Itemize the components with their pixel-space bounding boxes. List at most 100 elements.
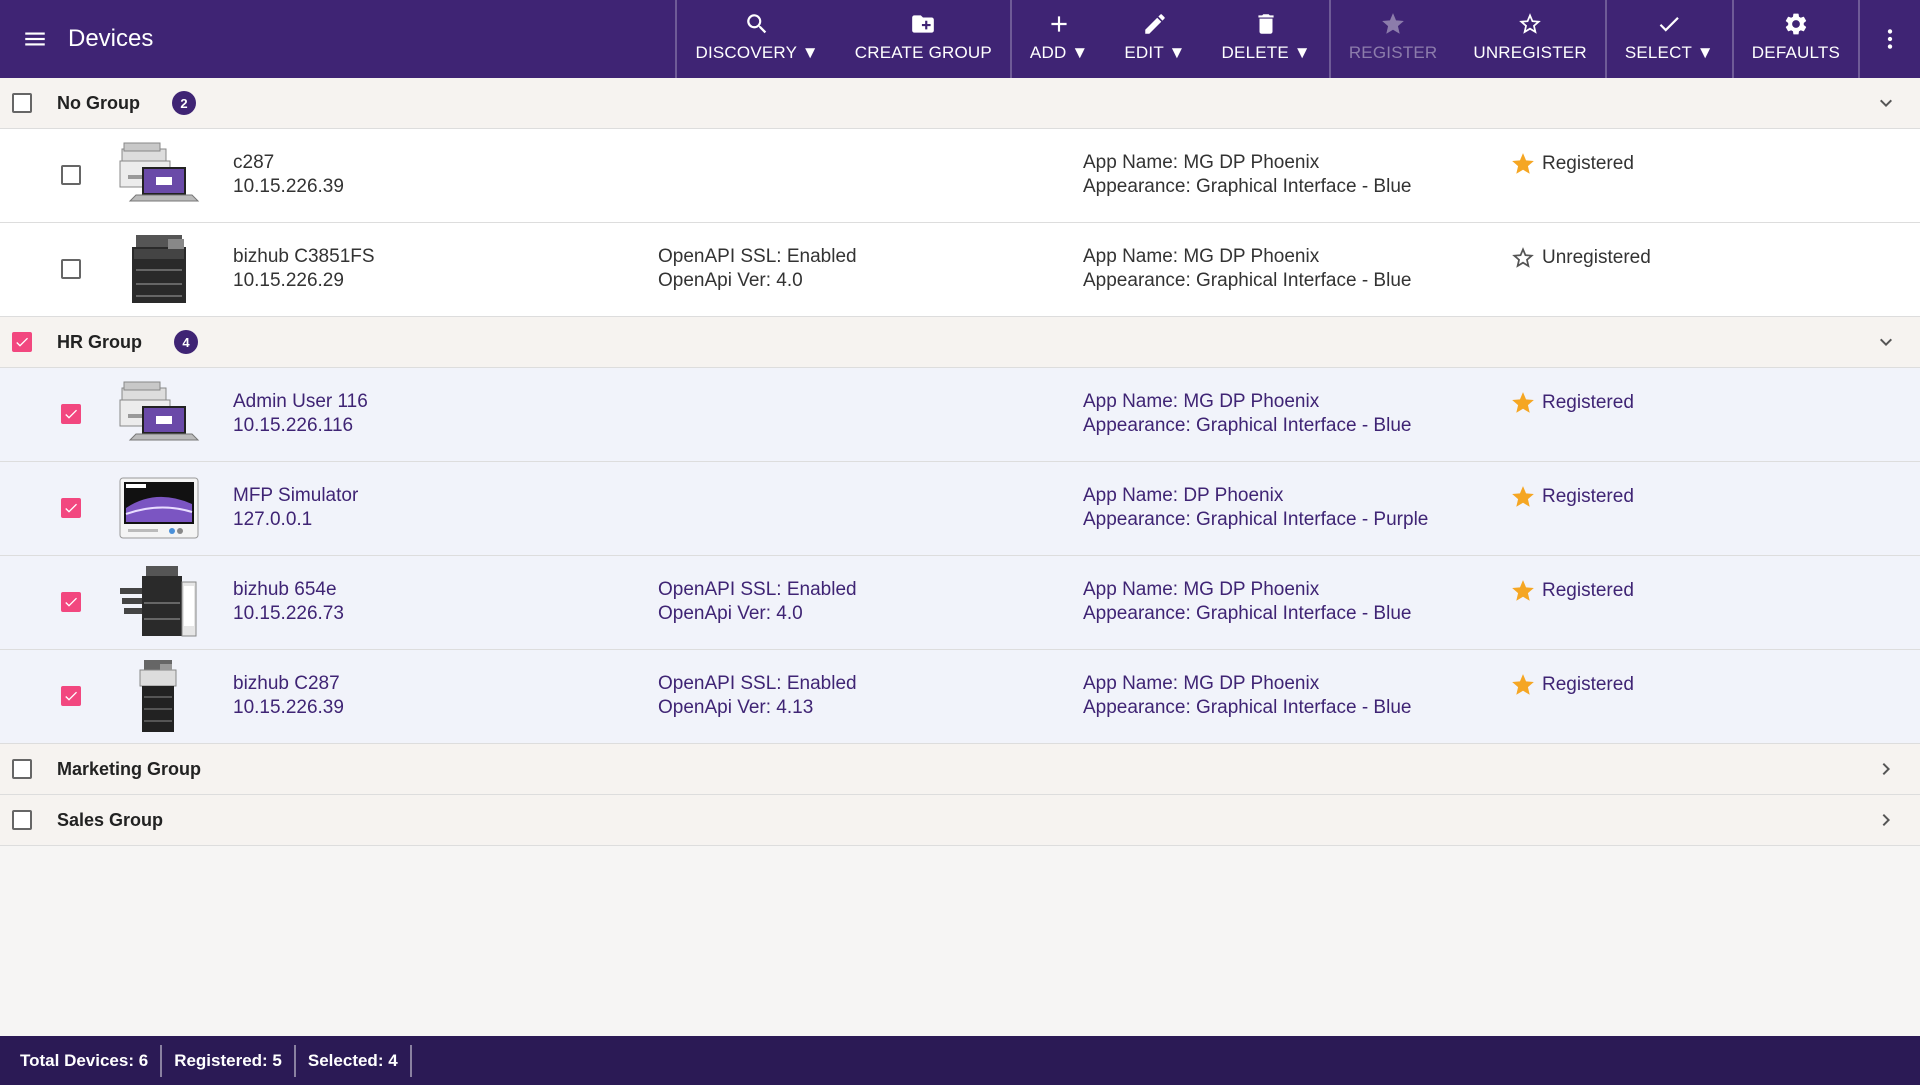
create-group-button[interactable]: CREATE GROUP	[837, 0, 1010, 78]
simulator-panel-icon	[116, 468, 200, 548]
device-app-name: App Name: MG DP Phoenix	[1083, 391, 1320, 412]
device-checkbox[interactable]	[61, 592, 81, 612]
device-checkbox[interactable]	[61, 498, 81, 518]
discovery-label: DISCOVERY ▼	[695, 43, 819, 62]
device-checkbox[interactable]	[61, 259, 81, 279]
registration-status: Registered	[1510, 151, 1634, 177]
device-row[interactable]: Admin User 116 10.15.226.116 App Name: MG…	[0, 368, 1920, 462]
pencil-icon	[1145, 14, 1165, 34]
star-outline-icon	[1519, 13, 1541, 34]
group-checkbox[interactable]	[12, 332, 32, 352]
device-openapi-version: OpenApi Ver: 4.0	[658, 270, 803, 291]
chevron-down-icon[interactable]	[1874, 91, 1898, 115]
device-row[interactable]: bizhub C287 10.15.226.39 OpenAPI SSL: Ena…	[0, 650, 1920, 744]
check-icon	[65, 691, 77, 701]
register-button[interactable]: REGISTER	[1331, 0, 1456, 78]
device-openapi-version: OpenApi Ver: 4.0	[658, 603, 803, 624]
check-icon	[1659, 17, 1680, 32]
device-appearance: Appearance: Graphical Interface - Blue	[1083, 415, 1412, 436]
printer-laptop-icon	[116, 374, 200, 454]
delete-label: DELETE ▼	[1221, 43, 1311, 62]
device-app-name: App Name: MG DP Phoenix	[1083, 579, 1320, 600]
group-header-no-group[interactable]: No Group 2	[0, 78, 1920, 129]
production-printer-icon	[116, 562, 200, 642]
check-icon	[65, 597, 77, 607]
registration-status: Registered	[1510, 484, 1634, 510]
star-filled-icon	[1512, 392, 1534, 413]
device-checkbox[interactable]	[61, 165, 81, 185]
device-appearance: Appearance: Graphical Interface - Purple	[1083, 509, 1429, 530]
search-icon	[747, 14, 767, 34]
device-ip: 10.15.226.73	[233, 603, 344, 624]
chevron-down-icon[interactable]	[1874, 330, 1898, 354]
check-icon	[65, 503, 77, 513]
group-checkbox[interactable]	[12, 810, 32, 830]
group-header-sales-group[interactable]: Sales Group	[0, 795, 1920, 846]
page-title: Devices	[68, 25, 154, 52]
trash-icon	[1258, 14, 1274, 34]
star-filled-icon	[1512, 486, 1534, 507]
menu-icon[interactable]	[18, 22, 52, 56]
registration-status: Registered	[1510, 578, 1634, 604]
device-appearance: Appearance: Graphical Interface - Blue	[1083, 697, 1412, 718]
device-appearance: Appearance: Graphical Interface - Blue	[1083, 270, 1412, 291]
group-header-marketing-group[interactable]: Marketing Group	[0, 744, 1920, 795]
group-count-badge: 2	[172, 91, 196, 115]
discovery-button[interactable]: DISCOVERY ▼	[677, 0, 836, 78]
registration-status: Unregistered	[1510, 245, 1651, 271]
device-openapi-version: OpenApi Ver: 4.13	[658, 697, 814, 718]
status-bar: Total Devices: 6 Registered: 5 Selected:…	[0, 1036, 1920, 1085]
select-label: SELECT ▼	[1624, 43, 1714, 62]
device-name: bizhub C3851FS	[233, 246, 375, 267]
device-checkbox[interactable]	[61, 404, 81, 424]
device-app-name: App Name: DP Phoenix	[1083, 485, 1284, 506]
group-name: Marketing Group	[57, 758, 202, 779]
device-name: bizhub C287	[233, 673, 340, 694]
defaults-button[interactable]: DEFAULTS	[1734, 0, 1858, 78]
device-row[interactable]: bizhub 654e 10.15.226.73 OpenAPI SSL: Ena…	[0, 556, 1920, 650]
device-row[interactable]: bizhub C3851FS 10.15.226.29 OpenAPI SSL: …	[0, 223, 1920, 317]
device-name: bizhub 654e	[233, 579, 337, 600]
registered-count: Registered: 5	[162, 1044, 296, 1077]
folder-plus-icon	[912, 15, 935, 33]
total-devices-count: Total Devices: 6	[0, 1044, 163, 1077]
device-ip: 10.15.226.29	[233, 270, 344, 291]
status-label: Registered	[1542, 153, 1634, 174]
registration-status: Registered	[1510, 672, 1634, 698]
edit-label: EDIT ▼	[1124, 43, 1186, 62]
defaults-label: DEFAULTS	[1751, 43, 1840, 62]
device-openapi-ssl: OpenAPI SSL: Enabled	[658, 579, 857, 600]
device-app-name: App Name: MG DP Phoenix	[1083, 673, 1320, 694]
more-vert-icon[interactable]	[1858, 0, 1920, 78]
chevron-right-icon[interactable]	[1874, 757, 1898, 781]
group-name: HR Group	[57, 331, 142, 352]
device-name: c287	[233, 152, 275, 173]
toolbar: DISCOVERY ▼ CREATE GROUP ADD ▼ EDIT ▼ DE…	[675, 0, 1920, 78]
selected-count: Selected: 4	[296, 1044, 412, 1077]
device-row[interactable]: c287 10.15.226.39 App Name: MG DP Phoenix…	[0, 129, 1920, 223]
chevron-right-icon[interactable]	[1874, 808, 1898, 832]
device-checkbox[interactable]	[61, 686, 81, 706]
group-count-badge: 4	[174, 330, 198, 354]
group-header-hr-group[interactable]: HR Group 4	[0, 317, 1920, 368]
delete-button[interactable]: DELETE ▼	[1204, 0, 1329, 78]
tower-printer-icon	[116, 656, 200, 736]
device-row[interactable]: MFP Simulator 127.0.0.1 App Name: DP Phoe…	[0, 462, 1920, 556]
device-openapi-ssl: OpenAPI SSL: Enabled	[658, 246, 857, 267]
register-label: REGISTER	[1348, 43, 1438, 62]
unregister-button[interactable]: UNREGISTER	[1455, 0, 1604, 78]
device-ip: 127.0.0.1	[233, 509, 313, 530]
device-ip: 10.15.226.39	[233, 697, 344, 718]
add-label: ADD ▼	[1029, 43, 1089, 62]
star-filled-icon	[1382, 13, 1404, 34]
select-button[interactable]: SELECT ▼	[1607, 0, 1732, 78]
check-icon	[65, 409, 77, 419]
plus-icon	[1051, 16, 1067, 32]
app-bar: Devices DISCOVERY ▼ CREATE GROUP ADD ▼ E…	[0, 0, 1920, 78]
add-button[interactable]: ADD ▼	[1012, 0, 1106, 78]
group-checkbox[interactable]	[12, 93, 32, 113]
edit-button[interactable]: EDIT ▼	[1106, 0, 1203, 78]
star-outline-icon	[1512, 247, 1534, 268]
group-checkbox[interactable]	[12, 759, 32, 779]
group-name: No Group	[57, 92, 140, 113]
